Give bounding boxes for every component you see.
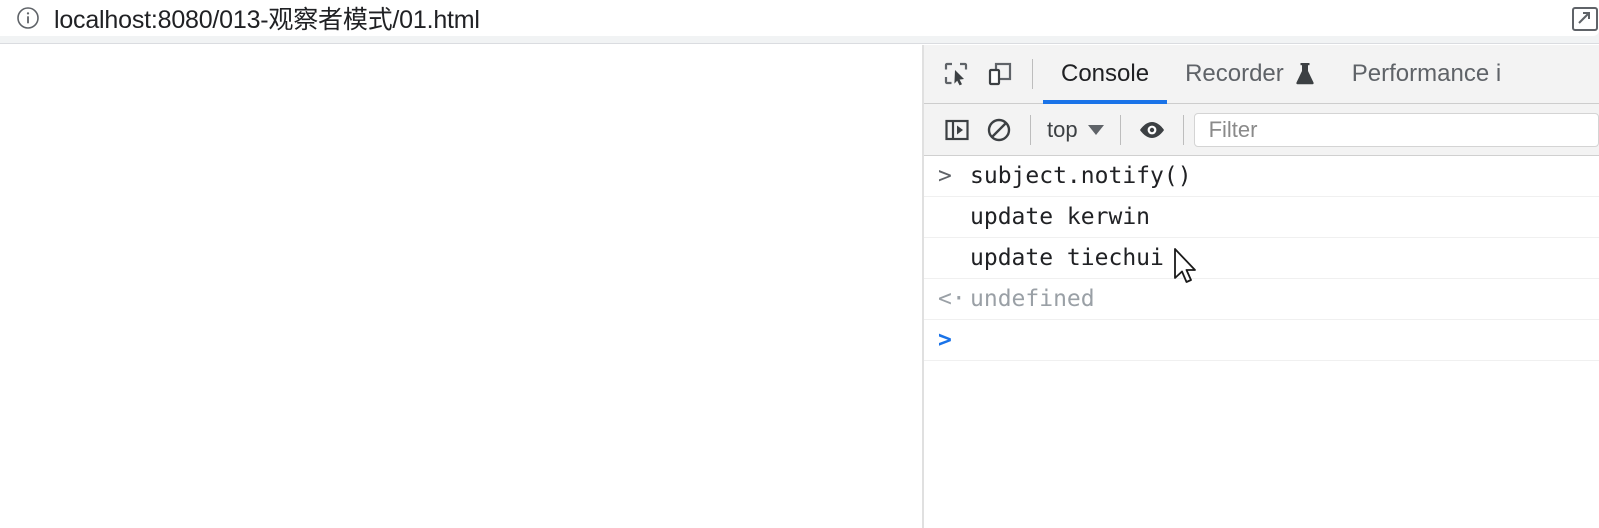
console-sidebar-icon[interactable] xyxy=(936,109,978,151)
console-row-text: undefined xyxy=(970,286,1095,312)
tabstrip-separator xyxy=(1032,59,1033,89)
page-viewport[interactable] xyxy=(0,45,921,528)
eye-icon[interactable] xyxy=(1131,109,1173,151)
omnibox-inner[interactable]: localhost:8080/013-观察者模式/01.html xyxy=(0,0,1599,36)
console-input-arrow-icon: > xyxy=(938,163,952,189)
execution-context-label: top xyxy=(1047,116,1078,142)
console-prompt-arrow-icon: > xyxy=(938,327,952,353)
clear-console-icon[interactable] xyxy=(978,109,1020,151)
inspect-element-icon[interactable] xyxy=(934,52,978,96)
info-circle-icon[interactable] xyxy=(16,6,40,30)
tab-performance-insights[interactable]: Performance i xyxy=(1334,45,1519,104)
console-toolbar-separator-3 xyxy=(1182,114,1184,145)
console-prompt-row[interactable]: > xyxy=(924,320,1599,361)
console-row[interactable]: update tiechui xyxy=(924,238,1599,279)
filter-placeholder: Filter xyxy=(1208,116,1258,142)
chevron-down-icon xyxy=(1087,124,1104,135)
device-toolbar-icon[interactable] xyxy=(978,52,1022,96)
console-toolbar-separator-1 xyxy=(1030,114,1031,145)
tab-recorder-label: Recorder xyxy=(1185,60,1284,87)
console-result-arrow-icon: <· xyxy=(938,286,966,312)
url-text[interactable]: localhost:8080/013-观察者模式/01.html xyxy=(54,0,480,36)
console-row-text: update kerwin xyxy=(970,204,1151,230)
console-row[interactable]: > subject.notify() xyxy=(924,156,1599,197)
share-icon[interactable] xyxy=(1569,2,1599,34)
execution-context-selector[interactable]: top xyxy=(1041,117,1110,143)
flask-icon xyxy=(1294,62,1316,86)
tab-recorder[interactable]: Recorder xyxy=(1167,45,1334,104)
devtools-panel: Console Recorder Performance i top Filte… xyxy=(922,45,1599,528)
devtools-tabstrip: Console Recorder Performance i xyxy=(924,45,1599,104)
browser-address-bar[interactable]: localhost:8080/013-观察者模式/01.html xyxy=(0,0,1599,44)
console-row[interactable]: <· undefined xyxy=(924,279,1599,320)
console-toolbar-separator-2 xyxy=(1119,114,1121,145)
tab-console[interactable]: Console xyxy=(1043,45,1168,104)
console-row[interactable]: update kerwin xyxy=(924,197,1599,238)
console-row-text: update tiechui xyxy=(970,245,1164,271)
console-toolbar: top Filter xyxy=(924,104,1599,156)
console-row-text: subject.notify() xyxy=(970,163,1192,189)
tab-performance-label: Performance i xyxy=(1351,60,1502,87)
filter-input[interactable]: Filter xyxy=(1193,112,1599,147)
tab-console-label: Console xyxy=(1061,60,1150,87)
console-message-list[interactable]: > subject.notify() update kerwin update … xyxy=(924,156,1599,527)
